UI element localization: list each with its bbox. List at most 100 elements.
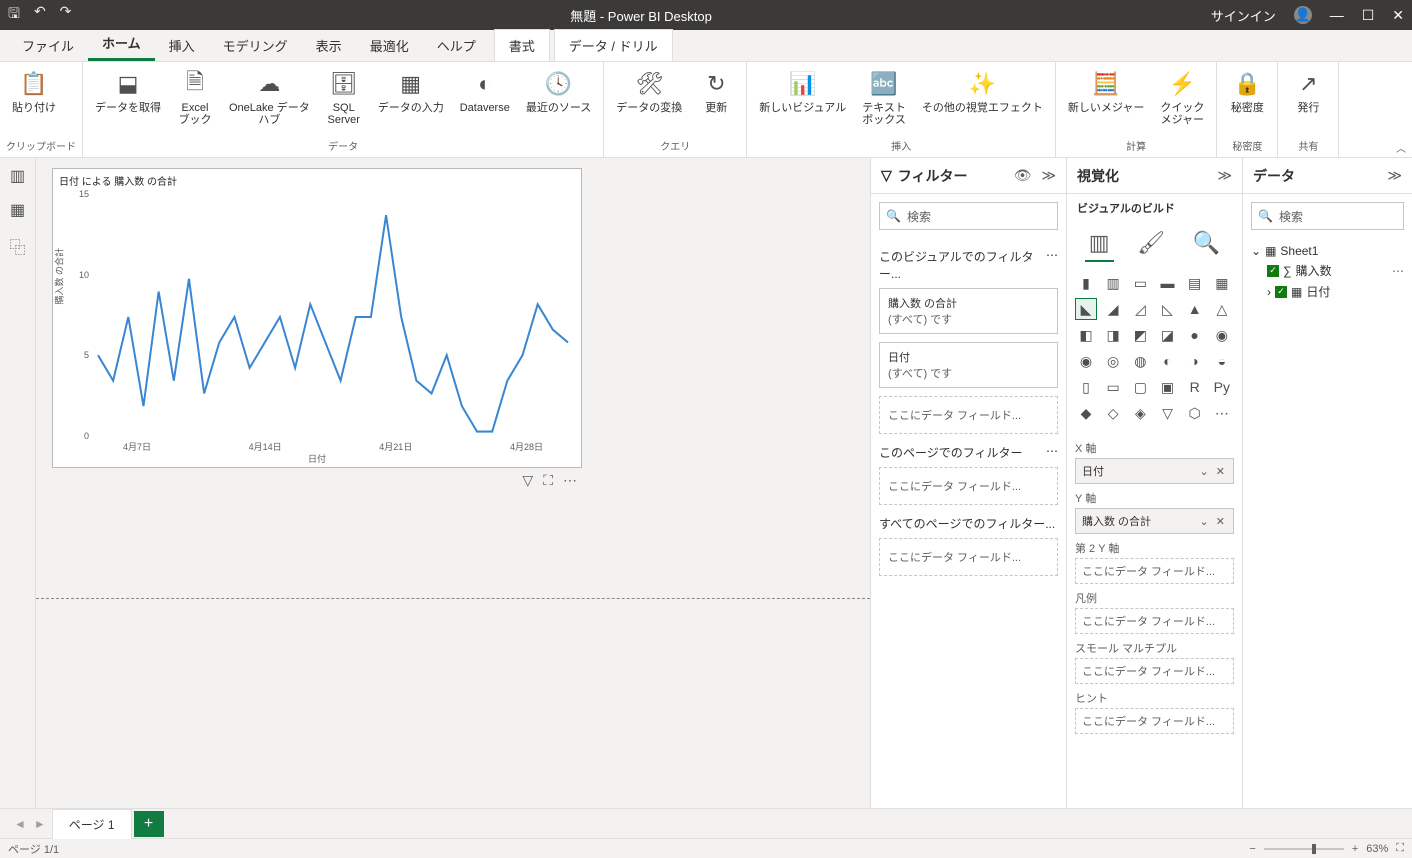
viz-type-icon[interactable]: ⬡ [1184, 402, 1206, 424]
ribbon-btn[interactable]: 🛠データの変換 [610, 66, 688, 116]
viz-type-icon[interactable]: ▥ [1102, 272, 1124, 294]
ribbon-btn[interactable]: 🔒秘密度 [1223, 66, 1271, 116]
undo-icon[interactable]: ↶ [34, 3, 46, 27]
ribbon-btn[interactable]: ⚡クイック メジャー [1154, 66, 1210, 128]
table-view-icon[interactable]: ▦ [10, 200, 25, 220]
field-well[interactable]: ここにデータ フィールド... [1075, 608, 1234, 634]
field-date[interactable]: ›✓▦日付 [1251, 281, 1404, 302]
checkbox-icon[interactable]: ✓ [1267, 265, 1279, 277]
next-page-icon[interactable]: ► [34, 817, 46, 831]
zoom-slider[interactable] [1264, 848, 1344, 850]
viz-type-icon[interactable]: ◿ [1129, 298, 1151, 320]
field-well[interactable]: ここにデータ フィールド... [1075, 558, 1234, 584]
zoom-in-icon[interactable]: + [1352, 843, 1358, 855]
viz-type-icon[interactable]: ● [1184, 324, 1206, 346]
viz-type-icon[interactable]: ◧ [1075, 324, 1097, 346]
ribbon-btn[interactable]: 🕓最近のソース [520, 66, 597, 116]
viz-type-icon[interactable]: ◑ [1184, 350, 1206, 372]
tab-help[interactable]: ヘルプ [423, 30, 490, 61]
viz-type-icon[interactable]: ◒ [1211, 350, 1233, 372]
report-view-icon[interactable]: ▥ [10, 166, 25, 186]
close-icon[interactable]: ✕ [1392, 7, 1404, 24]
viz-type-icon[interactable]: ▦ [1211, 272, 1233, 294]
collapse-pane-icon[interactable]: ≫ [1387, 167, 1402, 184]
tab-insert[interactable]: 挿入 [155, 30, 209, 61]
ribbon-btn[interactable]: ↗発行 [1284, 66, 1332, 116]
line-chart-visual[interactable]: 日付 による 購入数 の合計 購入数 の合計 151050 4月7日4月14日4… [52, 168, 582, 468]
viz-type-icon[interactable]: ▯ [1075, 376, 1097, 398]
viz-type-icon[interactable]: ◐ [1156, 350, 1178, 372]
viz-type-icon[interactable]: ▣ [1156, 376, 1178, 398]
add-page-button[interactable]: + [134, 811, 164, 837]
ribbon-btn[interactable]: 🗄SQL Server [320, 66, 368, 128]
ribbon-btn[interactable]: ⬓データを取得 [89, 66, 167, 116]
prev-page-icon[interactable]: ◄ [14, 817, 26, 831]
ribbon-btn[interactable]: 🗎Excel ブック [171, 66, 219, 128]
field-well[interactable]: ここにデータ フィールド... [1075, 708, 1234, 734]
viz-type-icon[interactable]: ▭ [1129, 272, 1151, 294]
filters-search[interactable]: 🔍検索 [879, 202, 1058, 230]
viz-type-icon[interactable]: ◩ [1129, 324, 1151, 346]
build-visual-icon[interactable]: ▥ [1085, 226, 1114, 262]
viz-type-icon[interactable]: ▢ [1129, 376, 1151, 398]
ribbon-collapse-icon[interactable]: ︿ [1396, 140, 1406, 155]
ribbon-btn[interactable]: ✨その他の視覚エフェクト [916, 66, 1049, 116]
checkbox-icon[interactable]: ✓ [1275, 286, 1287, 298]
field-purchases[interactable]: ✓∑購入数⋯ [1251, 260, 1404, 281]
analytics-icon[interactable]: 🔍 [1189, 226, 1224, 262]
field-well[interactable]: ここにデータ フィールド... [1075, 658, 1234, 684]
viz-type-icon[interactable]: ◆ [1075, 402, 1097, 424]
viz-type-icon[interactable]: ◪ [1156, 324, 1178, 346]
tab-optimize[interactable]: 最適化 [356, 30, 423, 61]
filter-card-date[interactable]: 日付(すべて) です [879, 342, 1058, 388]
ribbon-btn[interactable]: ↻更新 [692, 66, 740, 116]
visual-filter-icon[interactable]: ▽ [522, 472, 533, 489]
filter-drop-all[interactable]: ここにデータ フィールド... [879, 538, 1058, 576]
more-options-icon[interactable]: ⋯ [563, 472, 577, 489]
viz-type-icon[interactable]: ◉ [1075, 350, 1097, 372]
collapse-pane-icon[interactable]: ≫ [1041, 167, 1056, 184]
viz-type-icon[interactable]: ◎ [1102, 350, 1124, 372]
viz-type-icon[interactable]: ◣ [1075, 298, 1097, 320]
viz-type-icon[interactable]: Py [1211, 376, 1233, 398]
tab-format[interactable]: 書式 [494, 29, 550, 61]
ribbon-btn[interactable]: 🔤テキスト ボックス [856, 66, 912, 128]
tab-file[interactable]: ファイル [8, 30, 88, 61]
collapse-pane-icon[interactable]: ≫ [1217, 167, 1232, 184]
viz-type-icon[interactable]: ◺ [1156, 298, 1178, 320]
eye-icon[interactable]: 👁 [1014, 167, 1032, 184]
ribbon-btn[interactable]: ☁OneLake データ ハブ [223, 66, 316, 128]
minimize-icon[interactable]: — [1330, 7, 1344, 23]
save-icon[interactable]: 🖫 [8, 3, 20, 27]
tab-modeling[interactable]: モデリング [209, 30, 302, 61]
data-search[interactable]: 🔍検索 [1251, 202, 1404, 230]
format-visual-icon[interactable]: 🖌 [1133, 226, 1169, 262]
maximize-icon[interactable]: ☐ [1362, 7, 1375, 24]
viz-type-icon[interactable]: ⋯ [1211, 402, 1233, 424]
field-well[interactable]: 購入数 の合計⌄ ✕ [1075, 508, 1234, 534]
tab-view[interactable]: 表示 [302, 30, 356, 61]
field-well[interactable]: 日付⌄ ✕ [1075, 458, 1234, 484]
viz-type-icon[interactable]: ▽ [1156, 402, 1178, 424]
viz-type-icon[interactable]: ▲ [1184, 298, 1206, 320]
viz-type-icon[interactable]: ◇ [1102, 402, 1124, 424]
user-avatar-icon[interactable]: 👤 [1294, 6, 1312, 24]
tab-home[interactable]: ホーム [88, 27, 155, 61]
fit-page-icon[interactable]: ⛶ [1396, 842, 1404, 855]
table-node[interactable]: ⌄▦Sheet1 [1251, 242, 1404, 260]
viz-type-icon[interactable]: △ [1211, 298, 1233, 320]
model-view-icon[interactable]: ⿻ [9, 234, 25, 258]
viz-type-icon[interactable]: R [1184, 376, 1206, 398]
ribbon-btn[interactable]: 📋貼り付け [6, 66, 62, 116]
viz-type-icon[interactable]: ◍ [1129, 350, 1151, 372]
filter-drop-page[interactable]: ここにデータ フィールド... [879, 467, 1058, 505]
redo-icon[interactable]: ↷ [60, 3, 72, 27]
viz-type-icon[interactable]: ▮ [1075, 272, 1097, 294]
viz-type-icon[interactable]: ◈ [1129, 402, 1151, 424]
filter-card-purchases[interactable]: 購入数 の合計(すべて) です [879, 288, 1058, 334]
signin-label[interactable]: サインイン [1211, 6, 1276, 25]
zoom-out-icon[interactable]: − [1249, 843, 1255, 855]
ribbon-btn[interactable]: ▦データの入力 [372, 66, 450, 116]
ribbon-btn[interactable]: 📊新しいビジュアル [753, 66, 852, 116]
viz-type-icon[interactable]: ◢ [1102, 298, 1124, 320]
